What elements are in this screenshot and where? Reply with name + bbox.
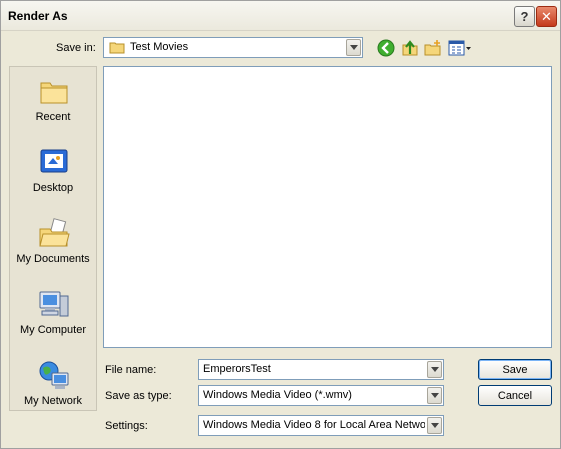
save-in-dropdown-arrow[interactable] [346, 39, 361, 56]
place-desktop[interactable]: Desktop [10, 146, 96, 212]
settings-label: Settings: [105, 420, 148, 432]
chevron-down-icon [430, 393, 439, 398]
save-as-type-value: Windows Media Video (*.wmv) [203, 389, 352, 401]
help-button[interactable]: ? [514, 6, 535, 27]
save-as-type-dropdown[interactable]: Windows Media Video (*.wmv) [198, 385, 444, 406]
places-bar: Recent Desktop My Documents My Computer … [9, 66, 97, 411]
place-label: My Documents [16, 253, 90, 265]
place-label: Desktop [32, 182, 74, 194]
file-name-dropdown-arrow[interactable] [427, 361, 442, 378]
folder-icon [109, 42, 125, 54]
desktop-icon [40, 149, 68, 173]
place-my-network[interactable]: My Network [10, 359, 96, 425]
place-my-computer[interactable]: My Computer [10, 288, 96, 354]
my-computer-icon [39, 291, 69, 317]
render-as-dialog: Render As ? ✕ Save in: Test Movies Recen… [0, 0, 561, 449]
my-network-icon [39, 361, 69, 389]
file-name-value: EmperorsTest [203, 363, 271, 375]
save-in-dropdown[interactable]: Test Movies [103, 37, 363, 58]
place-label: My Computer [19, 324, 87, 336]
save-button[interactable]: Save [478, 359, 552, 380]
my-documents-icon [39, 218, 70, 247]
file-name-field[interactable]: EmperorsTest [198, 359, 444, 380]
place-recent[interactable]: Recent [10, 75, 96, 141]
up-one-level-icon[interactable] [401, 39, 419, 57]
chevron-down-icon [430, 423, 439, 428]
settings-value: Windows Media Video 8 for Local Area Net… [203, 419, 425, 431]
help-icon: ? [520, 9, 529, 24]
back-icon[interactable] [377, 39, 395, 57]
save-as-type-dropdown-arrow[interactable] [427, 387, 442, 404]
chevron-down-icon [430, 367, 439, 372]
window-title: Render As [8, 9, 68, 23]
file-list-view[interactable] [103, 66, 552, 348]
close-icon: ✕ [541, 8, 552, 24]
recent-folder-icon [40, 82, 68, 104]
cancel-button[interactable]: Cancel [478, 385, 552, 406]
chevron-down-icon [349, 45, 358, 50]
save-in-label: Save in: [56, 42, 96, 54]
save-button-label: Save [502, 363, 528, 376]
save-in-value: Test Movies [130, 41, 189, 53]
settings-dropdown-arrow[interactable] [427, 417, 442, 434]
new-folder-icon[interactable] [424, 39, 442, 57]
settings-dropdown[interactable]: Windows Media Video 8 for Local Area Net… [198, 415, 444, 436]
cancel-button-label: Cancel [497, 389, 533, 402]
view-menu-icon[interactable] [448, 39, 472, 57]
title-bar: Render As ? ✕ [1, 1, 560, 31]
close-button[interactable]: ✕ [536, 6, 557, 27]
save-as-type-label: Save as type: [105, 390, 172, 402]
file-name-label: File name: [105, 364, 157, 376]
place-label: Recent [35, 111, 71, 123]
place-my-documents[interactable]: My Documents [10, 217, 96, 283]
place-label: My Network [23, 395, 83, 407]
